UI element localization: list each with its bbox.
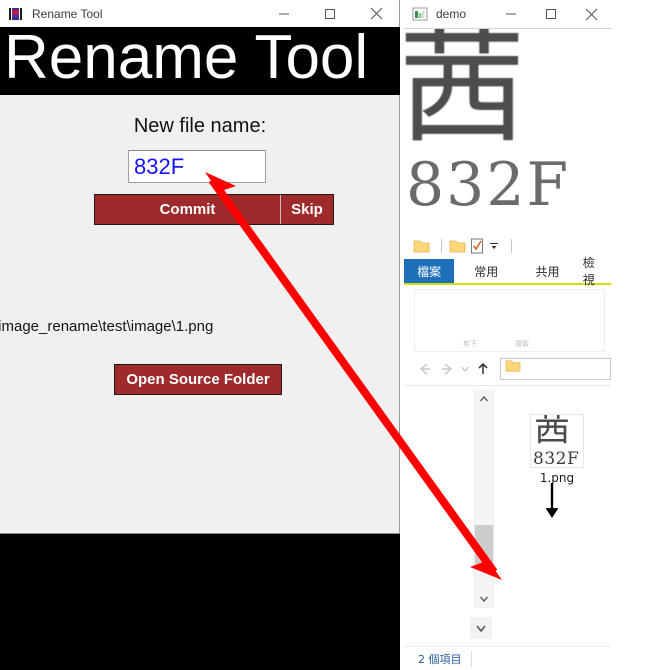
demo-image-window: demo 茜 832F (404, 0, 611, 234)
new-file-name-label: New file name: (133, 115, 267, 137)
status-divider (471, 651, 472, 667)
rename-tool-titlebar: Rename Tool (0, 0, 399, 28)
rename-tool-title: Rename Tool (32, 6, 103, 21)
desktop-background-strip (611, 0, 650, 670)
open-source-folder-button[interactable]: Open Source Folder (114, 364, 282, 395)
navigation-bar (404, 352, 611, 385)
ribbon-ghost-label-cut: 剪下 (463, 340, 477, 348)
maximize-button[interactable] (531, 0, 571, 28)
chevron-down-icon[interactable] (475, 590, 493, 608)
address-bar[interactable] (500, 357, 611, 380)
minimize-button[interactable] (491, 0, 531, 28)
thumbnail-code-text: 832F (533, 449, 580, 468)
explorer-content-pane: 茜 832F 1.png 832F.png (404, 385, 611, 658)
console-window (0, 533, 400, 670)
skip-button[interactable]: Skip (281, 195, 333, 224)
commit-button[interactable]: Commit (95, 195, 281, 224)
view-collapse-chevron-icon[interactable] (470, 617, 492, 639)
demo-title: demo (436, 7, 467, 21)
ribbon-command-panel: 剪下 複製 (414, 289, 605, 352)
status-item-count: 2 個項目 (418, 652, 462, 666)
toolbar-divider (511, 239, 512, 253)
rename-tool-window-controls (261, 0, 399, 27)
content-vertical-scrollbar[interactable] (474, 390, 494, 608)
close-button[interactable] (571, 0, 611, 28)
quick-access-toolbar (404, 233, 611, 259)
chevron-down-icon[interactable] (458, 357, 472, 381)
rename-tool-window: Rename Tool Rename Tool New file name: C… (0, 0, 400, 533)
screenshot-root: Rename Tool Rename Tool New file name: C… (0, 0, 650, 670)
minimize-button[interactable] (261, 0, 307, 27)
chevron-up-icon[interactable] (475, 390, 493, 408)
thumbnail-character-glyph: 茜 (534, 414, 571, 449)
rename-tool-banner: Rename Tool (0, 27, 400, 95)
source-path-text: \image_rename\test\image\1.png (0, 318, 214, 335)
folder-icon[interactable] (413, 239, 430, 254)
ribbon-tab-bar: 檔案 常用 共用 檢視 (404, 256, 611, 287)
chevron-down-icon[interactable] (488, 240, 500, 252)
properties-icon[interactable] (470, 238, 484, 254)
toolbar-divider (441, 239, 442, 253)
demo-window-controls (491, 0, 611, 27)
photo-viewer-icon (412, 6, 428, 22)
list-item[interactable]: 茜 832F 1.png (524, 414, 590, 485)
folder-icon[interactable] (449, 239, 466, 254)
scanned-character-glyph: 茜 (404, 29, 527, 161)
new-file-name-input[interactable] (128, 150, 266, 183)
down-arrow-annotation-icon (542, 483, 562, 524)
file-thumbnail: 茜 832F (530, 414, 584, 468)
ribbon-ghost-label-copy: 複製 (515, 340, 529, 348)
demo-image-canvas: 茜 832F (404, 29, 611, 234)
folder-icon (505, 359, 521, 378)
forward-arrow-icon[interactable] (436, 357, 458, 381)
scanned-code-text: 832F (406, 150, 571, 220)
demo-titlebar: demo (404, 0, 611, 29)
close-button[interactable] (353, 0, 399, 27)
ribbon-tab-share[interactable]: 共用 (518, 259, 576, 283)
file-explorer-window: 檔案 常用 共用 檢視 剪下 複製 茜 832F 1.png 2 個項目 (404, 233, 611, 670)
banner-title-text: Rename Tool (4, 27, 369, 92)
app-gradient-icon (8, 6, 24, 22)
ribbon-tab-view[interactable]: 檢視 (577, 256, 611, 287)
ribbon-tab-home[interactable]: 常用 (454, 259, 518, 283)
ribbon-tab-file[interactable]: 檔案 (404, 259, 455, 283)
action-button-row: Commit Skip (94, 194, 334, 225)
back-arrow-icon[interactable] (414, 357, 436, 381)
explorer-status-bar: 2 個項目 (404, 646, 611, 670)
maximize-button[interactable] (307, 0, 353, 27)
up-arrow-icon[interactable] (472, 357, 494, 381)
scrollbar-thumb[interactable] (475, 525, 493, 569)
